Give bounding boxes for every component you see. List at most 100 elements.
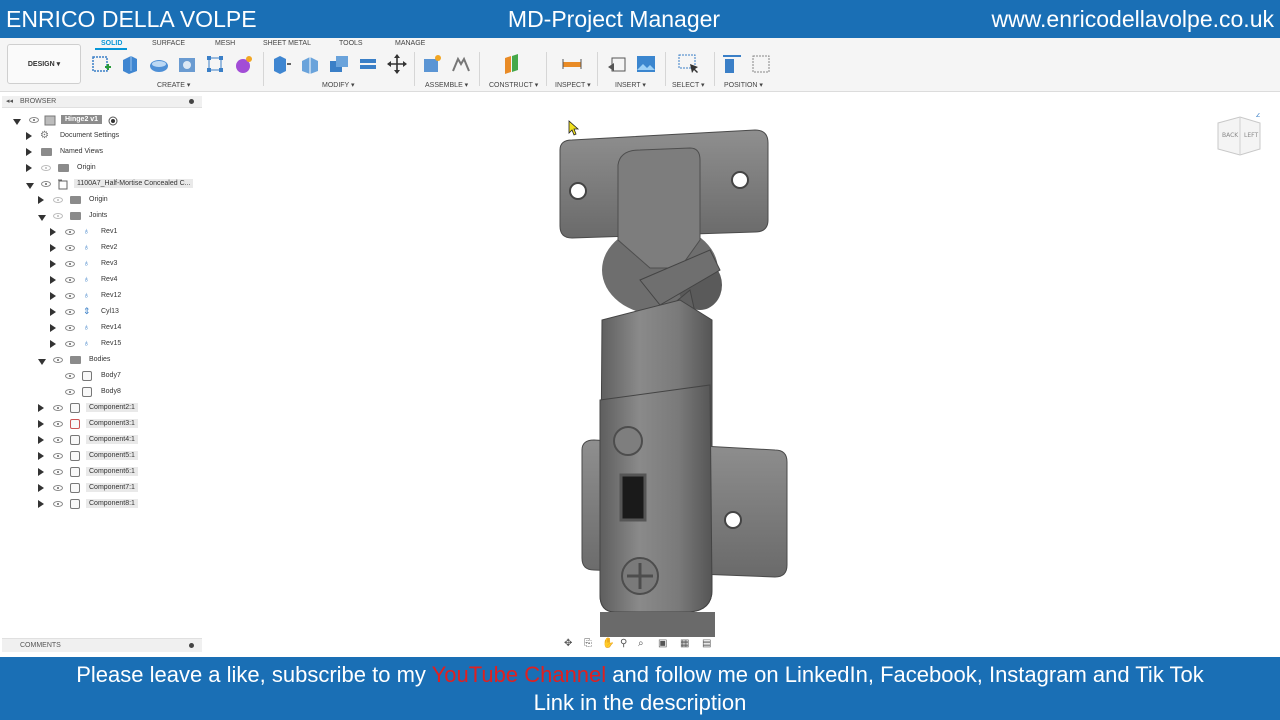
fit-icon[interactable]: ⌕ (638, 638, 644, 649)
position-group-label[interactable]: POSITION ▾ (724, 81, 763, 89)
create-form-icon[interactable] (233, 53, 255, 75)
create-sketch-icon[interactable] (91, 53, 113, 75)
zoom-icon[interactable]: ⚲ (620, 638, 627, 649)
expand-toggle[interactable] (50, 324, 56, 332)
workspace-dropdown[interactable]: DESIGN ▾ (7, 44, 81, 84)
grid-settings-icon[interactable]: ▦ (680, 638, 689, 649)
expand-toggle[interactable] (26, 132, 32, 140)
tab-solid[interactable]: SOLID (101, 40, 122, 47)
viewcube-back-label[interactable]: BACK (1222, 132, 1239, 139)
browser-panel-header[interactable]: ◂◂ BROWSER (2, 96, 202, 108)
tree-item-component[interactable]: Component4:1 (0, 434, 205, 448)
new-component-icon[interactable] (421, 53, 443, 75)
tab-surface[interactable]: SURFACE (152, 40, 185, 47)
activate-radio-icon[interactable] (108, 116, 118, 126)
look-at-icon[interactable]: ⎘ (584, 638, 592, 649)
visibility-icon[interactable] (53, 405, 63, 411)
3d-viewport[interactable] (205, 92, 1280, 657)
visibility-icon[interactable] (53, 501, 63, 507)
tab-tools[interactable]: TOOLS (339, 40, 363, 47)
expand-toggle[interactable] (38, 500, 44, 508)
tree-item-joint[interactable]: ⇕ Cyl13 (0, 306, 205, 320)
tree-item-component[interactable]: Component5:1 (0, 450, 205, 464)
tree-item-component[interactable]: Component2:1 (0, 402, 205, 416)
pan-icon[interactable]: ✋ (602, 638, 614, 649)
orbit-icon[interactable]: ✥ (564, 638, 572, 649)
offset-plane-icon[interactable] (501, 53, 523, 75)
visibility-icon[interactable] (53, 453, 63, 459)
tab-sheet-metal[interactable]: SHEET METAL (263, 40, 311, 47)
visibility-icon[interactable] (53, 421, 63, 427)
tree-item-component[interactable]: Component3:1 (0, 418, 205, 432)
insert-derive-icon[interactable] (606, 53, 628, 75)
visibility-icon[interactable] (41, 165, 51, 171)
capture-position-icon[interactable] (721, 53, 743, 75)
tree-item-bodies[interactable]: Bodies (0, 354, 205, 368)
revolve-icon[interactable] (148, 53, 170, 75)
expand-toggle[interactable] (38, 436, 44, 444)
move-icon[interactable] (386, 53, 408, 75)
joint-icon[interactable] (450, 53, 472, 75)
split-body-icon[interactable] (357, 53, 379, 75)
expand-toggle[interactable] (26, 164, 32, 172)
tree-item-origin-sub[interactable]: Origin (0, 194, 205, 208)
visibility-icon[interactable] (53, 213, 63, 219)
expand-toggle[interactable] (50, 260, 56, 268)
collapse-browser-icon[interactable]: ◂◂ (6, 97, 13, 105)
visibility-icon[interactable] (65, 341, 75, 347)
tree-root[interactable]: Hinge2 v1 (0, 114, 205, 128)
create-group-label[interactable]: CREATE ▾ (157, 81, 190, 89)
expand-toggle[interactable] (38, 420, 44, 428)
tab-mesh[interactable]: MESH (215, 40, 235, 47)
visibility-icon[interactable] (65, 293, 75, 299)
visibility-icon[interactable] (53, 357, 63, 363)
measure-icon[interactable] (561, 53, 583, 75)
visibility-icon[interactable] (65, 229, 75, 235)
expand-toggle[interactable] (38, 484, 44, 492)
fillet-icon[interactable] (299, 53, 321, 75)
display-settings-icon[interactable]: ▣ (658, 638, 667, 649)
visibility-icon[interactable] (53, 197, 63, 203)
expand-toggle[interactable] (38, 359, 46, 365)
visibility-icon[interactable] (29, 117, 39, 123)
expand-toggle[interactable] (13, 119, 21, 125)
press-pull-icon[interactable] (270, 53, 292, 75)
select-group-label[interactable]: SELECT ▾ (672, 81, 705, 89)
tree-item-origin[interactable]: Origin (0, 162, 205, 176)
tree-item-joint[interactable]: ♁ Rev15 (0, 338, 205, 352)
expand-toggle[interactable] (50, 276, 56, 284)
modify-group-label[interactable]: MODIFY ▾ (322, 81, 355, 89)
tree-item-joint[interactable]: ♁ Rev14 (0, 322, 205, 336)
expand-toggle[interactable] (50, 228, 56, 236)
tree-item-component[interactable]: Component8:1 (0, 498, 205, 512)
browser-pin-icon[interactable] (189, 99, 194, 104)
view-cube[interactable]: BACK LEFT Z (1216, 113, 1262, 157)
expand-toggle[interactable] (50, 340, 56, 348)
tab-manage[interactable]: MANAGE (395, 40, 425, 47)
insert-canvas-icon[interactable] (635, 53, 657, 75)
expand-toggle[interactable] (38, 452, 44, 460)
expand-toggle[interactable] (38, 196, 44, 204)
visibility-icon[interactable] (65, 277, 75, 283)
hinge-model[interactable] (559, 129, 788, 637)
tree-item-component-1100a7[interactable]: 1100A7_Half-Mortise Concealed C... (0, 178, 205, 192)
insert-group-label[interactable]: INSERT ▾ (615, 81, 646, 89)
tree-item-document-settings[interactable]: ⚙ Document Settings (0, 130, 205, 144)
youtube-channel-link[interactable]: YouTube Channel (432, 662, 607, 687)
tree-item-body[interactable]: Body8 (0, 386, 205, 400)
tree-item-joint[interactable]: ♁ Rev1 (0, 226, 205, 240)
tree-item-body[interactable]: Body7 (0, 370, 205, 384)
comments-panel[interactable]: COMMENTS (2, 638, 202, 652)
expand-toggle[interactable] (26, 148, 32, 156)
expand-toggle[interactable] (50, 308, 56, 316)
combine-icon[interactable] (328, 53, 350, 75)
tree-item-joint[interactable]: ♁ Rev3 (0, 258, 205, 272)
viewports-icon[interactable]: ▤ (702, 638, 711, 649)
hole-icon[interactable] (176, 53, 198, 75)
expand-toggle[interactable] (50, 244, 56, 252)
select-window-icon[interactable] (677, 53, 699, 75)
expand-toggle[interactable] (50, 292, 56, 300)
expand-toggle[interactable] (38, 215, 46, 221)
pattern-icon[interactable] (204, 53, 226, 75)
expand-toggle[interactable] (38, 468, 44, 476)
